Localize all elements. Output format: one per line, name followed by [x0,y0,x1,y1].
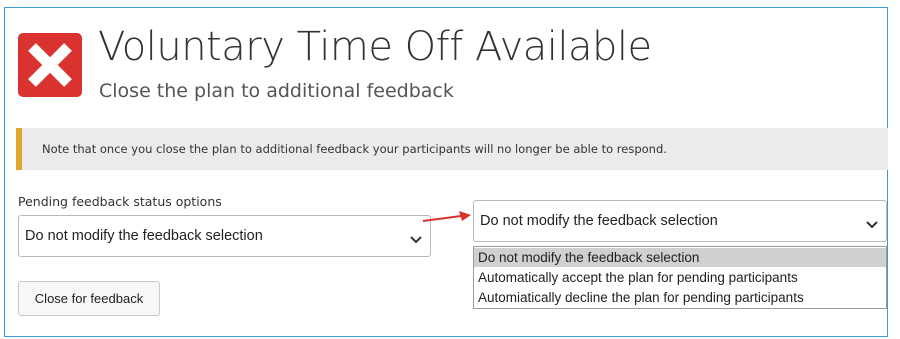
warning-note-text: Note that once you close the plan to add… [42,142,667,156]
pending-feedback-select[interactable]: Do not modify the feedback selection [18,215,431,257]
pending-feedback-select-value: Do not modify the feedback selection [25,228,263,244]
warning-note: Note that once you close the plan to add… [16,128,888,170]
pending-feedback-select-open[interactable]: Do not modify the feedback selection [473,200,887,242]
dropdown-option-auto-decline[interactable]: Automiatically decline the plan for pend… [474,288,886,307]
pending-feedback-label: Pending feedback status options [18,194,222,209]
dropdown-options-list: Do not modify the feedback selection Aut… [473,246,887,309]
close-x-icon [18,33,82,97]
dropdown-option-do-not-modify[interactable]: Do not modify the feedback selection [474,248,886,267]
close-for-feedback-button[interactable]: Close for feedback [18,281,160,316]
chevron-down-icon [410,232,422,250]
pending-feedback-select-open-value: Do not modify the feedback selection [480,213,718,229]
arrow-annotation-icon [421,210,473,231]
chevron-down-icon [866,217,878,235]
dropdown-option-auto-accept[interactable]: Automatically accept the plan for pendin… [474,268,886,287]
page-title: Voluntary Time Off Available [98,24,652,70]
page-subtitle: Close the plan to additional feedback [99,80,454,102]
